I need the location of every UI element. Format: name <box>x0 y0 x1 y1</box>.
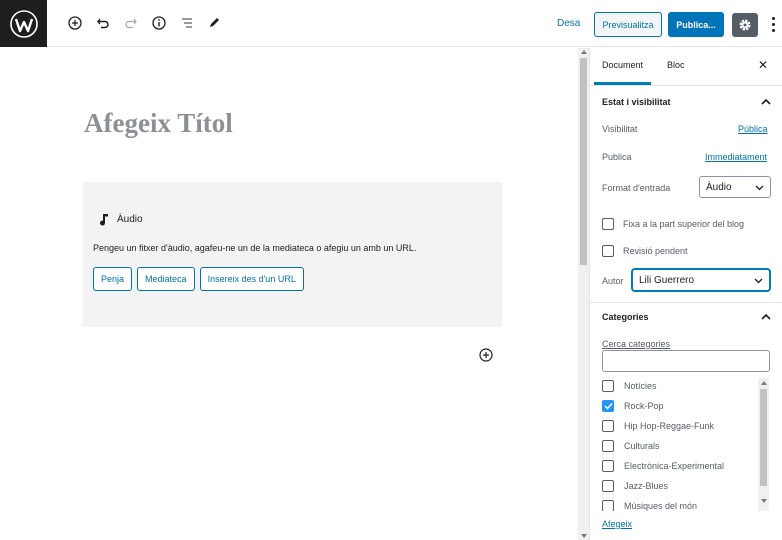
post-title-input[interactable]: Afegeix Títol <box>84 108 233 139</box>
info-icon[interactable] <box>150 14 168 32</box>
upload-button[interactable]: Penja <box>93 267 133 291</box>
category-label: Rock-Pop <box>624 401 664 411</box>
scroll-down-arrow-icon[interactable] <box>581 534 587 538</box>
editor-scrollbar[interactable] <box>578 48 589 540</box>
sticky-label: Fixa a la part superior del blog <box>623 219 745 229</box>
sticky-checkbox[interactable] <box>602 218 614 230</box>
category-item[interactable]: Músiques del món <box>602 500 697 511</box>
audio-block[interactable]: Àudio Pengeu un fitxer d'àudio, agafeu-n… <box>83 182 502 327</box>
category-checkbox[interactable] <box>602 480 614 492</box>
sticky-option[interactable]: Fixa a la part superior del blog <box>602 218 744 230</box>
category-item[interactable]: Culturals <box>602 440 660 452</box>
scrollbar-thumb[interactable] <box>760 389 767 486</box>
audio-block-label: Àudio <box>117 214 143 225</box>
preview-button[interactable]: Previsualitza <box>594 12 662 37</box>
chevron-down-icon <box>755 183 764 194</box>
settings-gear-icon[interactable] <box>732 13 758 37</box>
close-icon[interactable]: ✕ <box>758 58 768 72</box>
category-label: Músiques del món <box>624 501 698 511</box>
category-item[interactable]: Notícies <box>602 380 657 392</box>
panel-title: Estat i visibilitat <box>602 97 671 107</box>
audio-block-description: Pengeu un fitxer d'àudio, agafeu-ne un d… <box>93 243 417 253</box>
music-note-icon <box>100 214 108 226</box>
pending-review-option[interactable]: Revisió pendent <box>602 245 688 257</box>
publish-date-toggle[interactable]: Immediatament <box>705 152 767 162</box>
insert-from-url-button[interactable]: Insereix des d'un URL <box>199 267 304 291</box>
edit-mode-icon[interactable] <box>205 14 223 32</box>
category-search-label: Cerca categories <box>602 339 671 349</box>
tab-block[interactable]: Bloc <box>667 60 685 70</box>
visibility-label: Visibilitat <box>602 124 638 134</box>
scroll-up-arrow-icon[interactable] <box>581 50 587 54</box>
scrollbar-thumb[interactable] <box>580 58 587 265</box>
add-block-icon[interactable] <box>66 14 84 32</box>
post-format-value: Àudio <box>706 181 732 193</box>
category-label: Notícies <box>624 381 657 391</box>
editor-canvas: Afegeix Títol Àudio Pengeu un fitxer d'à… <box>0 48 578 540</box>
scroll-up-arrow-icon[interactable] <box>761 381 767 385</box>
category-item[interactable]: Hip Hop-Reggae-Funk <box>602 420 714 432</box>
tab-document[interactable]: Document <box>593 60 652 85</box>
category-list: Notícies Rock-Pop Hip Hop-Reggae-Funk Cu… <box>590 378 782 511</box>
add-new-category-link[interactable]: Afegeix <box>602 519 632 529</box>
audio-block-header: Àudio <box>99 213 143 226</box>
checkmark-icon <box>603 402 613 410</box>
category-checkbox[interactable] <box>602 400 614 412</box>
top-toolbar: Desa Previsualitza Publica... <box>0 0 782 47</box>
save-draft-button[interactable]: Desa <box>557 18 580 29</box>
more-options-icon[interactable] <box>768 14 778 34</box>
scroll-down-arrow-icon[interactable] <box>761 499 767 503</box>
publish-label: Publica <box>602 152 632 162</box>
category-label: Hip Hop-Reggae-Funk <box>624 421 715 431</box>
post-format-label: Format d'entrada <box>602 183 671 193</box>
category-checkbox[interactable] <box>602 380 614 392</box>
panel-title: Categories <box>602 312 649 322</box>
chevron-up-icon <box>761 313 771 323</box>
category-checkbox[interactable] <box>602 460 614 472</box>
pending-review-label: Revisió pendent <box>623 246 688 256</box>
category-item[interactable]: Jazz-Blues <box>602 480 668 492</box>
author-label: Autor <box>602 276 624 286</box>
category-label: Culturals <box>624 441 660 451</box>
category-item[interactable]: Rock-Pop <box>602 400 664 412</box>
add-block-plus-icon[interactable] <box>478 347 494 363</box>
audio-block-actions: Penja Mediateca Insereix des d'un URL <box>93 267 304 291</box>
media-library-button[interactable]: Mediateca <box>137 267 195 291</box>
post-format-select[interactable]: Àudio <box>699 176 771 198</box>
category-list-scrollbar[interactable] <box>758 378 769 511</box>
author-select[interactable]: Lili Guerrero <box>632 269 770 291</box>
settings-sidebar: Document Bloc ✕ Estat i visibilitat Visi… <box>589 48 782 540</box>
categories-panel-header[interactable]: Categories <box>590 302 782 330</box>
category-checkbox[interactable] <box>602 500 614 511</box>
pending-review-checkbox[interactable] <box>602 245 614 257</box>
publish-button[interactable]: Publica... <box>668 12 724 37</box>
sidebar-tabs: Document Bloc ✕ <box>590 48 782 86</box>
category-label: Jazz-Blues <box>624 481 669 491</box>
redo-icon[interactable] <box>122 14 140 32</box>
category-search-input[interactable] <box>602 350 770 372</box>
status-visibility-panel-header[interactable]: Estat i visibilitat <box>590 88 782 116</box>
category-checkbox[interactable] <box>602 420 614 432</box>
category-label: Electrònica-Experimental <box>624 461 725 471</box>
block-navigation-icon[interactable] <box>178 14 196 32</box>
category-item[interactable]: Electrònica-Experimental <box>602 460 724 472</box>
chevron-down-icon <box>754 276 763 287</box>
category-checkbox[interactable] <box>602 440 614 452</box>
author-value: Lili Guerrero <box>639 274 695 286</box>
visibility-toggle[interactable]: Pública <box>738 124 768 134</box>
undo-icon[interactable] <box>94 14 112 32</box>
chevron-up-icon <box>761 98 771 108</box>
wordpress-logo-icon[interactable] <box>0 0 47 47</box>
